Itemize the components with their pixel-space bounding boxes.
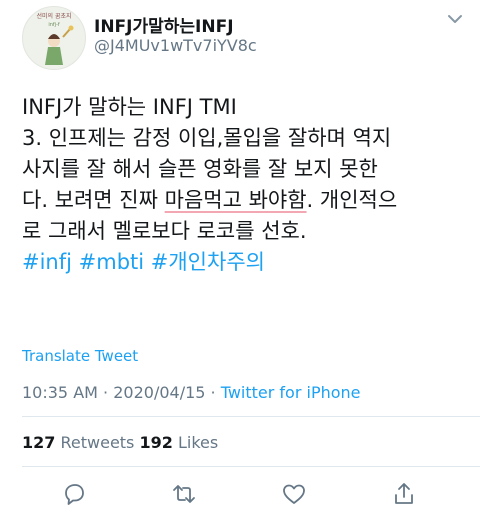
meta-separator: · [205,383,221,402]
reply-icon[interactable] [60,480,88,508]
meta-separator: · [97,383,114,402]
tweet-line: 다. 보려면 진짜 [22,188,165,212]
tweet-meta: 10:35 AM · 2020/04/15 · Twitter for iPho… [22,383,361,402]
tweet-line: . 개인적으 [306,188,398,212]
user-handle[interactable]: @J4MUv1wTv7iYV8c [94,36,257,55]
retweet-icon[interactable] [170,480,198,508]
retweets-label[interactable]: Retweets [55,433,139,452]
like-icon[interactable] [280,480,308,508]
divider [22,466,480,467]
avatar-illustration-icon [45,25,74,65]
highlighted-phrase: 마음먹고 봐야함 [164,188,307,212]
likes-label[interactable]: Likes [173,433,218,452]
divider [22,416,480,417]
tweet-header: 선미의 꿈초지 infj-f INFJ가말하는INFJ @J4MUv1wTv7i… [22,6,462,70]
hashtags[interactable]: #infj #mbti #개인차주의 [22,250,265,274]
retweets-count[interactable]: 127 [22,433,55,452]
action-bar [22,480,462,510]
tweet-text: INFJ가 말하는 INFJ TMI 3. 인프제는 감정 이입,몰입을 잘하며… [22,92,462,278]
tweet-line: 로 그래서 멜로보다 로코를 선호. [22,219,307,243]
tweet-date: 2020/04/15 [113,383,206,402]
likes-count[interactable]: 192 [139,433,172,452]
tweet-time: 10:35 AM [22,383,98,402]
share-icon[interactable] [390,480,418,508]
translate-tweet-link[interactable]: Translate Tweet [22,347,138,365]
display-name[interactable]: INFJ가말하는INFJ [94,12,234,37]
tweet-line: INFJ가 말하는 INFJ TMI [22,95,237,119]
tweet-source-link[interactable]: Twitter for iPhone [221,383,361,402]
tweet-line: 사지를 잘 해서 슬픈 영화를 잘 보지 못한 [22,157,378,181]
avatar[interactable]: 선미의 꿈초지 infj-f [22,6,86,70]
tweet-stats: 127 Retweets 192 Likes [22,433,218,452]
tweet-line: 3. 인프제는 감정 이입,몰입을 잘하며 역지 [22,126,392,150]
chevron-down-icon[interactable] [446,10,464,28]
